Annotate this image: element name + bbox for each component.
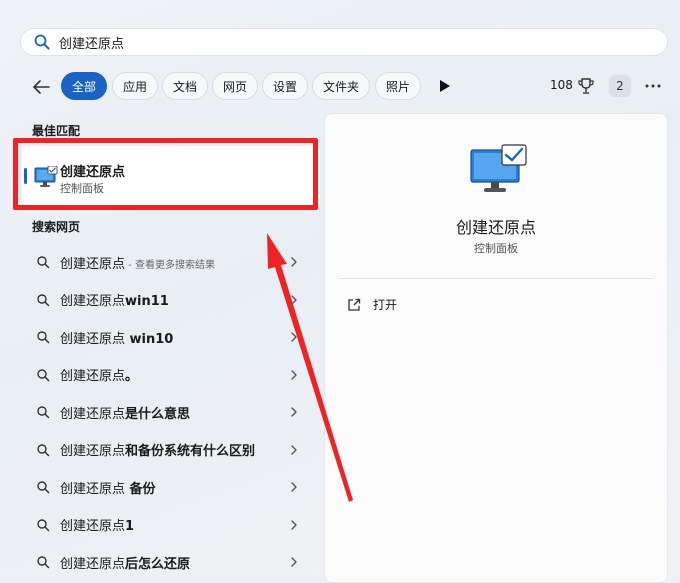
chevron-right-icon [291,519,297,530]
query-suggestion: 。 [125,369,139,384]
query-suggestion: win10 [125,331,174,347]
tab-web[interactable]: 网页 [212,72,258,100]
search-icon [37,293,50,306]
search-icon [37,443,50,456]
query-base: 创建还原点 [60,481,126,497]
tab-settings[interactable]: 设置 [262,72,308,100]
tab-photos[interactable]: 照片 [375,72,421,100]
preview-subtitle: 控制面板 [474,242,518,255]
web-search-text: 创建还原点 win10 [60,328,173,347]
chevron-right-icon [291,369,297,380]
search-box[interactable]: 创建还原点 [20,28,668,56]
search-icon [37,556,50,569]
search-icon [37,481,50,494]
notification-badge[interactable]: 2 [609,75,631,97]
trophy-icon[interactable] [578,77,594,95]
chevron-right-icon [291,257,297,267]
more-options-icon[interactable] [644,82,662,90]
web-search-heading: 搜索网页 [32,220,81,234]
tab-documents[interactable]: 文档 [162,72,208,100]
preview-title: 创建还原点 [455,218,536,237]
web-search-text: 创建还原点win11 [60,290,169,309]
chevron-right-icon [291,407,297,417]
web-search-text: 创建还原点 - 查看更多搜索结果 [60,253,215,272]
chevron-right-icon [291,332,297,342]
search-icon [37,256,50,269]
query-base: 创建还原点 [60,519,126,534]
web-search-item[interactable]: 创建还原点后怎么还原 [22,544,312,580]
open-action[interactable]: 打开 [347,296,397,313]
control-panel-large-icon [470,144,527,192]
rewards-points: 108 [550,78,573,92]
query-base: 创建还原点 [60,294,126,309]
more-filters-icon[interactable] [439,79,451,93]
chevron-right-icon [291,482,297,492]
web-search-item[interactable]: 创建还原点。 [22,357,312,393]
search-icon [37,406,50,419]
query-suggestion: 后怎么还原 [125,556,191,572]
web-search-item[interactable]: 创建还原点 - 查看更多搜索结果 [22,244,312,280]
web-search-text: 创建还原点。 [60,365,138,384]
query-suggestion: 是什么意思 [125,406,191,422]
web-search-item[interactable]: 创建还原点和备份系统有什么区别 [22,432,312,468]
back-arrow-icon[interactable] [30,76,52,98]
query-base: 创建还原点 [60,444,126,459]
web-search-item[interactable]: 创建还原点是什么意思 [22,394,312,430]
query-base: 创建还原点 [60,331,126,347]
search-icon [34,34,50,50]
chevron-right-icon [291,444,297,455]
query-base: 创建还原点 [60,556,126,572]
search-input[interactable]: 创建还原点 [59,33,124,52]
query-suggestion: win11 [125,294,169,309]
search-icon [37,518,50,531]
query-base: 创建还原点 [60,406,126,422]
query-suggestion: 备份 [125,481,156,497]
query-hint: - 查看更多搜索结果 [125,259,215,271]
query-suggestion: 1 [125,519,135,534]
web-search-item[interactable]: 创建还原点win11 [22,282,312,318]
web-search-text: 创建还原点1 [60,515,134,534]
web-search-text: 创建还原点和备份系统有什么区别 [60,440,255,459]
web-search-item[interactable]: 创建还原点 win10 [22,319,312,355]
tab-all[interactable]: 全部 [61,72,107,100]
chevron-right-icon [291,557,297,567]
open-external-icon [348,298,361,311]
divider [339,278,653,279]
search-icon [37,368,50,381]
tab-apps[interactable]: 应用 [112,72,158,100]
query-base: 创建还原点 [60,256,126,272]
open-label: 打开 [373,298,398,312]
query-suggestion: 和备份系统有什么区别 [125,444,256,459]
search-icon [37,331,50,344]
chevron-right-icon [291,294,297,305]
query-base: 创建还原点 [60,369,126,384]
web-search-text: 创建还原点后怎么还原 [60,553,190,572]
web-search-text: 创建还原点 备份 [60,478,156,497]
web-search-item[interactable]: 创建还原点 备份 [22,469,312,505]
red-highlight-box [13,138,318,210]
best-match-heading: 最佳匹配 [32,124,81,138]
web-search-text: 创建还原点是什么意思 [60,403,190,422]
tab-folders[interactable]: 文件夹 [312,72,370,100]
preview-pane: 创建还原点 控制面板 打开 [324,113,668,583]
web-search-item[interactable]: 创建还原点1 [22,507,312,543]
